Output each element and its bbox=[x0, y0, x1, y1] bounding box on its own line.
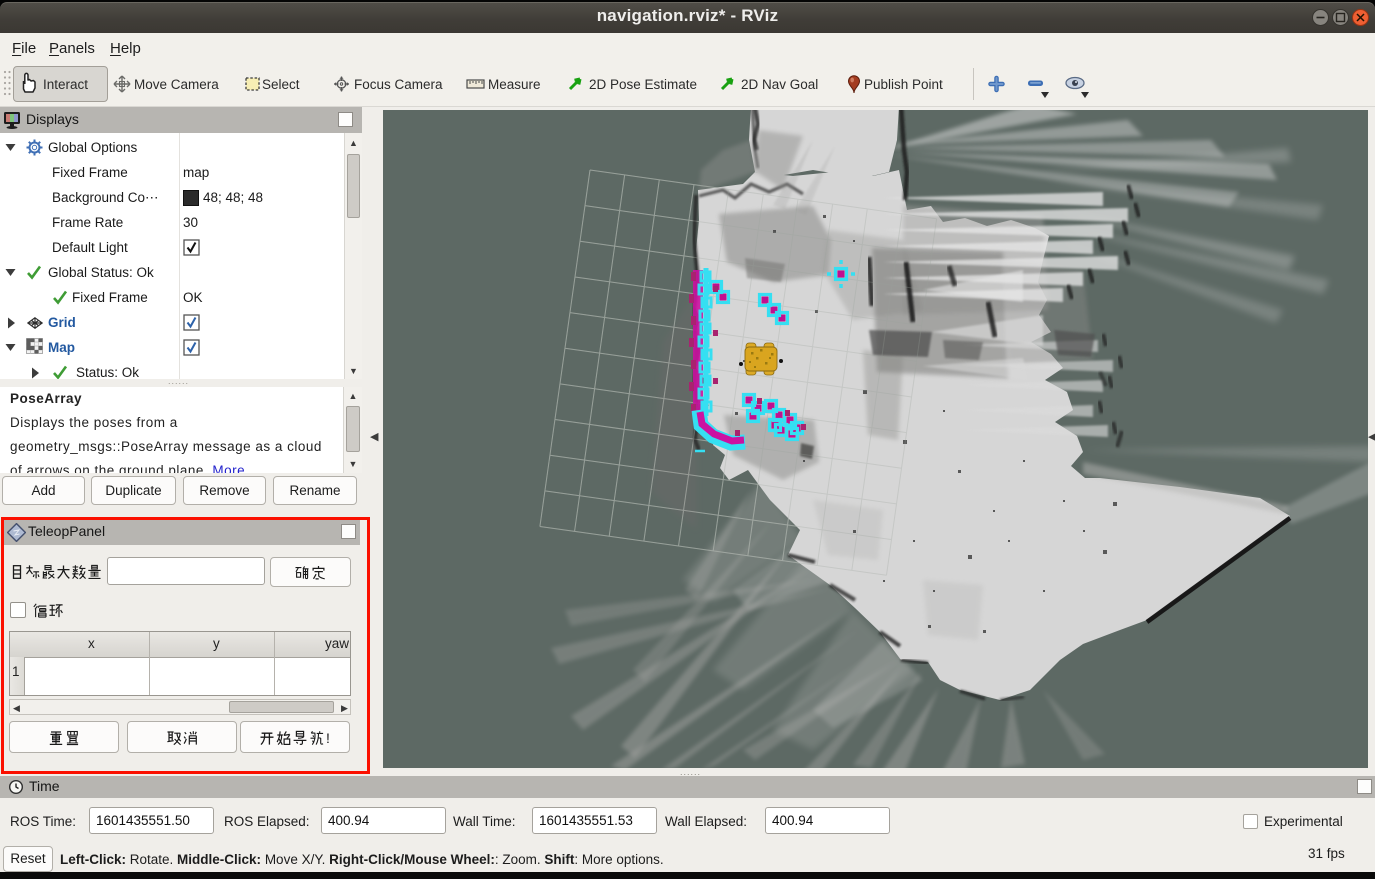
svg-text:!: ! bbox=[326, 730, 330, 746]
